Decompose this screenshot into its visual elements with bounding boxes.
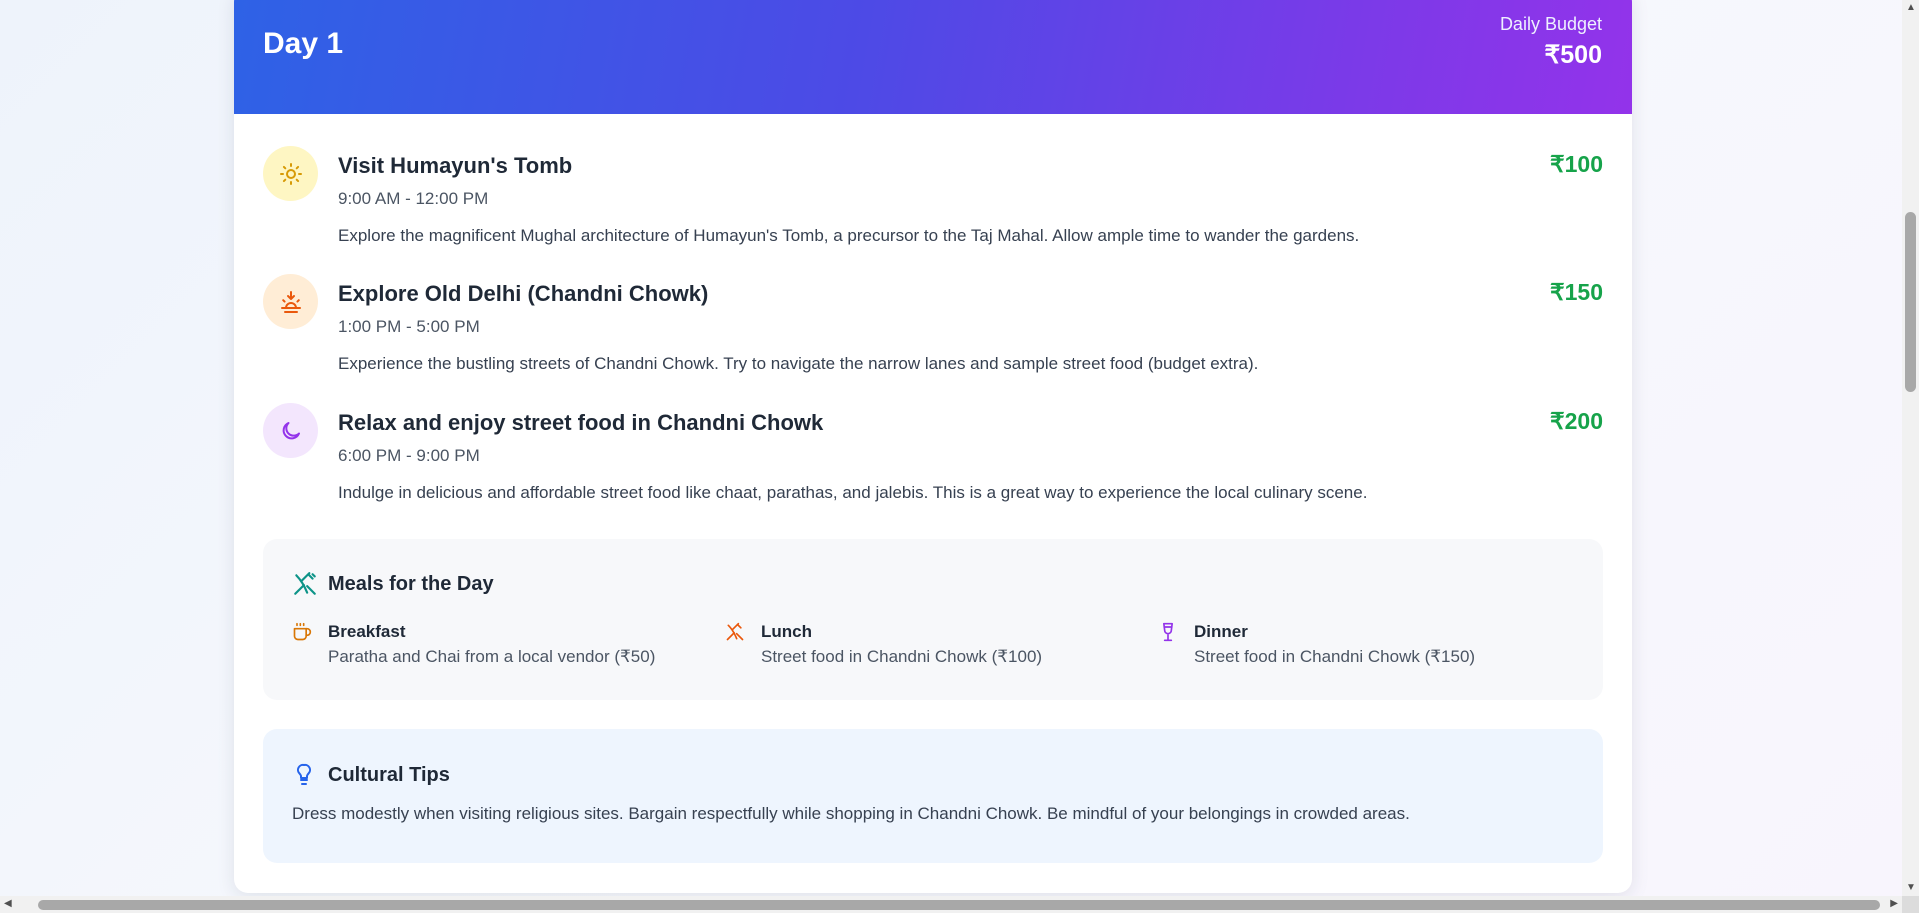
wine-icon <box>1158 622 1180 644</box>
horizontal-scrollbar[interactable]: ◀ ▶ <box>0 896 1902 913</box>
activity-item: Relax and enjoy street food in Chandni C… <box>263 403 1603 513</box>
meal-description: Street food in Chandni Chowk (₹150) <box>1194 647 1476 666</box>
meal-name: Breakfast <box>328 622 406 641</box>
meals-title: Meals for the Day <box>328 573 494 595</box>
utensils-icon <box>725 622 747 644</box>
meal-name: Dinner <box>1194 622 1248 641</box>
scroll-up-arrow-icon[interactable]: ▲ <box>1906 3 1916 13</box>
coffee-icon <box>292 622 314 644</box>
meals-section: Meals for the Day Breakfast Paratha and … <box>263 539 1603 700</box>
activity-title: Visit Humayun's Tomb <box>338 153 573 178</box>
meal-name: Lunch <box>761 622 812 641</box>
day-title: Day 1 <box>263 27 344 60</box>
utensils-crossed-icon <box>292 571 318 602</box>
activity-cost: ₹100 <box>1549 151 1603 177</box>
scroll-down-arrow-icon[interactable]: ▼ <box>1906 883 1916 893</box>
tips-title: Cultural Tips <box>328 764 450 786</box>
activity-item: Visit Humayun's Tomb 9:00 AM - 12:00 PM … <box>263 146 1603 256</box>
scrollbar-corner <box>1902 896 1919 913</box>
activity-title: Explore Old Delhi (Chandni Chowk) <box>338 281 709 306</box>
meal-description: Paratha and Chai from a local vendor (₹5… <box>328 647 656 666</box>
horizontal-scrollbar-thumb[interactable] <box>38 900 1880 910</box>
lightbulb-icon <box>292 762 316 791</box>
activity-item: Explore Old Delhi (Chandni Chowk) 1:00 P… <box>263 274 1603 384</box>
cultural-tips-section: Cultural Tips Dress modestly when visiti… <box>263 729 1603 863</box>
vertical-scrollbar[interactable]: ▲ ▼ <box>1902 0 1919 896</box>
activity-title: Relax and enjoy street food in Chandni C… <box>338 410 824 435</box>
activity-time: 9:00 AM - 12:00 PM <box>338 189 489 208</box>
scroll-left-arrow-icon[interactable]: ◀ <box>4 899 12 909</box>
activity-description: Indulge in delicious and affordable stre… <box>338 483 1368 502</box>
daily-budget-label: Daily Budget <box>1499 14 1602 34</box>
activity-cost: ₹200 <box>1549 408 1603 434</box>
activity-cost: ₹150 <box>1549 279 1603 305</box>
daily-budget-value: ₹500 <box>1544 41 1602 69</box>
meal-description: Street food in Chandni Chowk (₹100) <box>761 647 1043 666</box>
activity-time: 6:00 PM - 9:00 PM <box>338 446 480 465</box>
vertical-scrollbar-thumb[interactable] <box>1905 212 1916 392</box>
day-card: Day 1 Daily Budget ₹500 Visit Humayun's … <box>234 0 1632 893</box>
activity-time: 1:00 PM - 5:00 PM <box>338 317 480 336</box>
sunset-icon <box>263 274 318 329</box>
scroll-right-arrow-icon[interactable]: ▶ <box>1890 899 1898 909</box>
activity-description: Explore the magnificent Mughal architect… <box>338 226 1360 245</box>
tips-text: Dress modestly when visiting religious s… <box>292 804 1410 823</box>
day-header: Day 1 Daily Budget ₹500 <box>234 0 1632 114</box>
activity-description: Experience the bustling streets of Chand… <box>338 354 1259 373</box>
moon-icon <box>263 403 318 458</box>
sun-icon <box>263 146 318 201</box>
